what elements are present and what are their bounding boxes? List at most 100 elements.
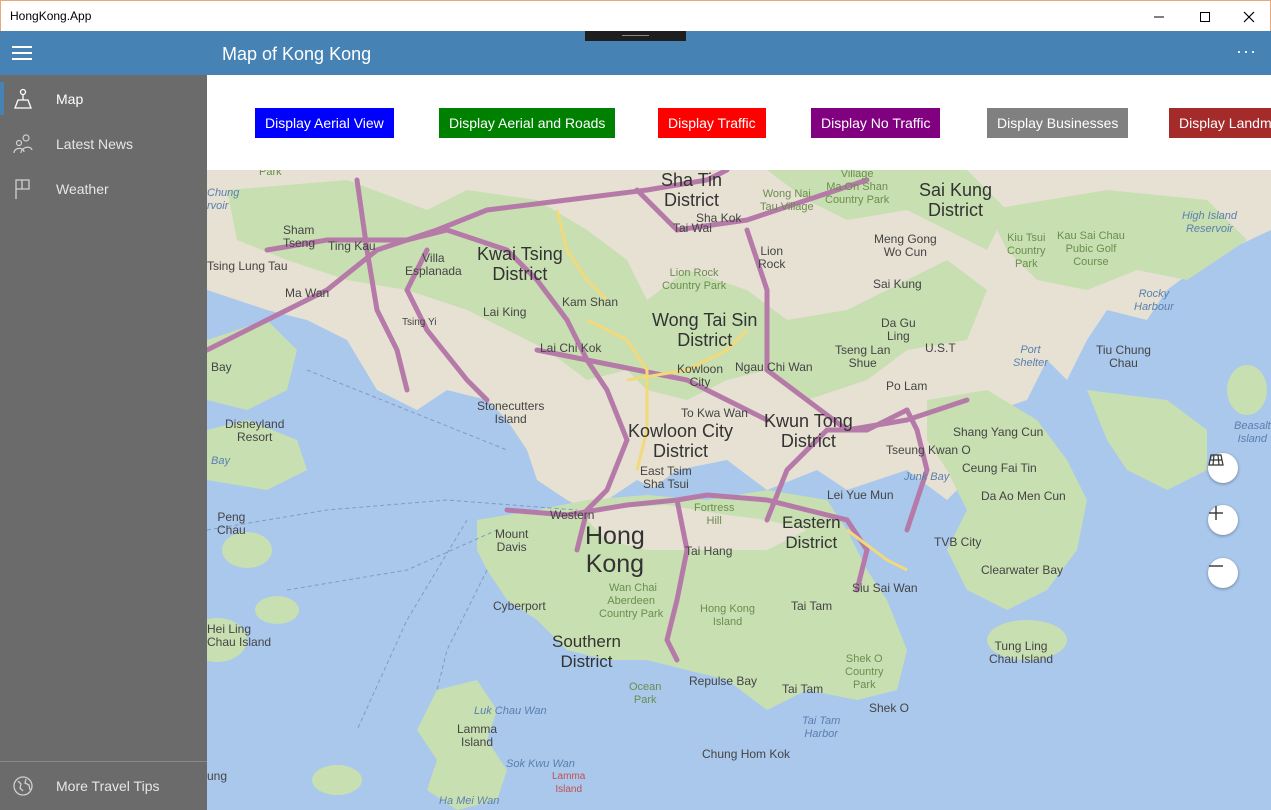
map-label-tvb-city: TVB City [934, 535, 982, 549]
map-label-bay-left2: Bay [211, 455, 230, 467]
display-aerial-view-button[interactable]: Display Aerial View [255, 108, 394, 138]
map-label-kwun-tong: Kwun Tong District [764, 411, 853, 451]
map-label-beasalt: Beasalt Island [1234, 420, 1271, 445]
display-no-traffic-button[interactable]: Display No Traffic [811, 108, 941, 138]
map-label-sham-tseng: Sham Tseng [283, 223, 316, 250]
map-label-southern: Southern District [552, 632, 621, 671]
map-label-tai-tam: Tai Tam [791, 599, 833, 613]
hamburger-menu-icon[interactable] [12, 46, 32, 60]
map-label-junk-bay: Junk Bay [904, 471, 950, 483]
plus-icon [1209, 506, 1223, 520]
map-label-tai-tam-2: Tai Tam [782, 682, 824, 696]
more-options-icon[interactable]: ··· [1236, 41, 1257, 62]
minimize-icon [1154, 16, 1164, 17]
map-label-tai-tam-harbor: Tai Tam Harbor [802, 715, 841, 740]
sidebar-item-label: Map [56, 91, 84, 107]
zoom-out-button[interactable] [1208, 558, 1238, 588]
map-label-kau-sai-chau: Kau Sai Chau Pubic Golf Course [1057, 230, 1125, 268]
sidebar-item-label: More Travel Tips [56, 778, 160, 794]
map-label-villa-esplanada: Villa Esplanada [405, 251, 462, 278]
map-label-kam-shan: Kam Shan [562, 295, 619, 309]
map-label-disneyland: Disneyland Resort [225, 417, 285, 444]
sidebar-item-more-travel-tips[interactable]: More Travel Tips [0, 763, 207, 808]
map-label-high-island: High Island Reservoir [1182, 210, 1238, 235]
map-label-ocean-park: Ocean Park [629, 681, 662, 706]
map-label-rocky-harbour: Rocky Harbour [1134, 288, 1174, 313]
map-label-ngau-chi-wan: Ngau Chi Wan [735, 360, 813, 374]
map-label-kowloon-city-small: Kowloon City [677, 362, 724, 389]
map-label-kwai-tsing: Kwai Tsing District [477, 244, 563, 284]
drag-grip-handle[interactable] [585, 31, 686, 41]
map-label-ung: ung [207, 769, 228, 783]
map-label-wong-tai-sin: Wong Tai Sin District [652, 310, 758, 350]
map-style-button[interactable] [1208, 453, 1238, 483]
window-titlebar: HongKong.App [0, 0, 1271, 31]
map-label-sha-tin: Sha Tin District [661, 170, 723, 210]
map-label-lai-king: Lai King [483, 305, 527, 319]
map-label-ceung-fai-tin: Ceung Fai Tin [962, 461, 1037, 475]
display-aerial-and-roads-button[interactable]: Display Aerial and Roads [439, 108, 616, 138]
maximize-button[interactable] [1182, 1, 1228, 32]
map-label-clearwater-bay: Clearwater Bay [981, 563, 1064, 577]
globe-icon [13, 776, 33, 796]
map-label-meng-gong: Meng Gong Wo Cun [874, 232, 937, 259]
map-label-hei-ling-chau: Hei Ling Chau Island [207, 622, 272, 649]
map-label-tsing-lung-tau: Tsing Lung Tau [207, 259, 288, 273]
display-businesses-button[interactable]: Display Businesses [987, 108, 1129, 138]
minus-icon [1209, 565, 1223, 567]
sidebar-item-latest-news[interactable]: Latest News [0, 121, 207, 166]
sidebar-item-weather[interactable]: Weather [0, 166, 207, 211]
map-label-cyberport: Cyberport [493, 599, 546, 613]
map-label-shek-o-park: Shek O Country Park [845, 653, 884, 691]
map-label-wan-chai: Wan Chai [609, 582, 657, 594]
map-label-chung-hom-kok: Chung Hom Kok [702, 747, 791, 761]
map-label-tung-ling: Tung Ling Chau Island [989, 639, 1054, 666]
map-label-lion-rock: Lion Rock Country Park [662, 267, 727, 292]
map-label-lamma-island-2: Lamma Island [552, 771, 586, 795]
map-label-tiu-chung-chau: Tiu Chung Chau [1096, 343, 1151, 370]
map-label-stonecutters: Stonecutters Island [477, 399, 545, 426]
close-button[interactable] [1226, 1, 1271, 32]
people-icon [13, 134, 33, 154]
map-label-lion-rock-peak: Lion Rock [758, 244, 786, 271]
display-landmarks-button[interactable]: Display Landm [1169, 108, 1271, 138]
map-label-tai-hang: Tai Hang [685, 544, 733, 558]
map-label-ha-mei-wan: Ha Mei Wan [439, 795, 500, 807]
map-label-aberdeen: Aberdeen Country Park [599, 595, 664, 620]
map-label-hong-kong-island: Hong Kong Island [700, 603, 756, 628]
map-label-tseung-kwan-o: Tseung Kwan O [886, 443, 971, 457]
sidebar-item-label: Latest News [56, 136, 134, 152]
minimize-button[interactable] [1136, 1, 1182, 32]
map-label-ma-on-shan: Village Ma On Shan Country Park [825, 170, 890, 206]
map-label-da-gu-ling: Da Gu Ling [881, 316, 916, 343]
map-view[interactable]: Sha Tin District Sai Kung District Kwai Ts… [207, 170, 1271, 810]
map-label-da-ao-men-cun: Da Ao Men Cun [981, 489, 1066, 503]
map-label-ting-kau: Ting Kau [328, 239, 376, 253]
window-title: HongKong.App [10, 9, 92, 23]
map-label-shang-yang-cun: Shang Yang Cun [953, 425, 1044, 439]
map-mode-toolbar: Display Aerial View Display Aerial and R… [207, 75, 1271, 170]
map-label-chung-reservoir: Chung rvoir [207, 187, 240, 212]
map-label-sai-kung-town: Sai Kung [873, 277, 922, 291]
map-label-kiu-tsui: Kiu Tsui Country Park [1007, 232, 1046, 270]
map-label-lamma: Lamma Island [457, 722, 498, 749]
close-icon [1243, 11, 1255, 22]
map-label-shek-o: Shek O [869, 701, 910, 715]
map-label-bay-left: Bay [211, 360, 232, 374]
sidebar-divider [0, 761, 207, 762]
map-label-sha-kok: Sha Kok [696, 211, 742, 225]
map-label-hong-kong: Hong Kong [585, 522, 645, 578]
sidebar-item-map[interactable]: Map [0, 76, 207, 121]
map-label-western: Western [550, 508, 595, 522]
sidebar-item-label: Weather [56, 181, 109, 197]
display-traffic-button[interactable]: Display Traffic [658, 108, 766, 138]
map-label-peng-chau: Peng Chau [217, 510, 246, 537]
sidebar: Map Latest News Weather More Travel Tips [0, 75, 207, 810]
map-label-tsing-yi: Tsing Yi [402, 317, 437, 328]
maximize-icon [1200, 11, 1210, 22]
map-label-siu-sai-wan: Siu Sai Wan [852, 581, 918, 595]
map-label-luk-chau-wan: Luk Chau Wan [474, 705, 547, 717]
map-label-wong-nai-tau: Wong Nai Tau Village [760, 188, 814, 213]
grid-icon [1208, 454, 1224, 466]
zoom-in-button[interactable] [1208, 505, 1238, 535]
